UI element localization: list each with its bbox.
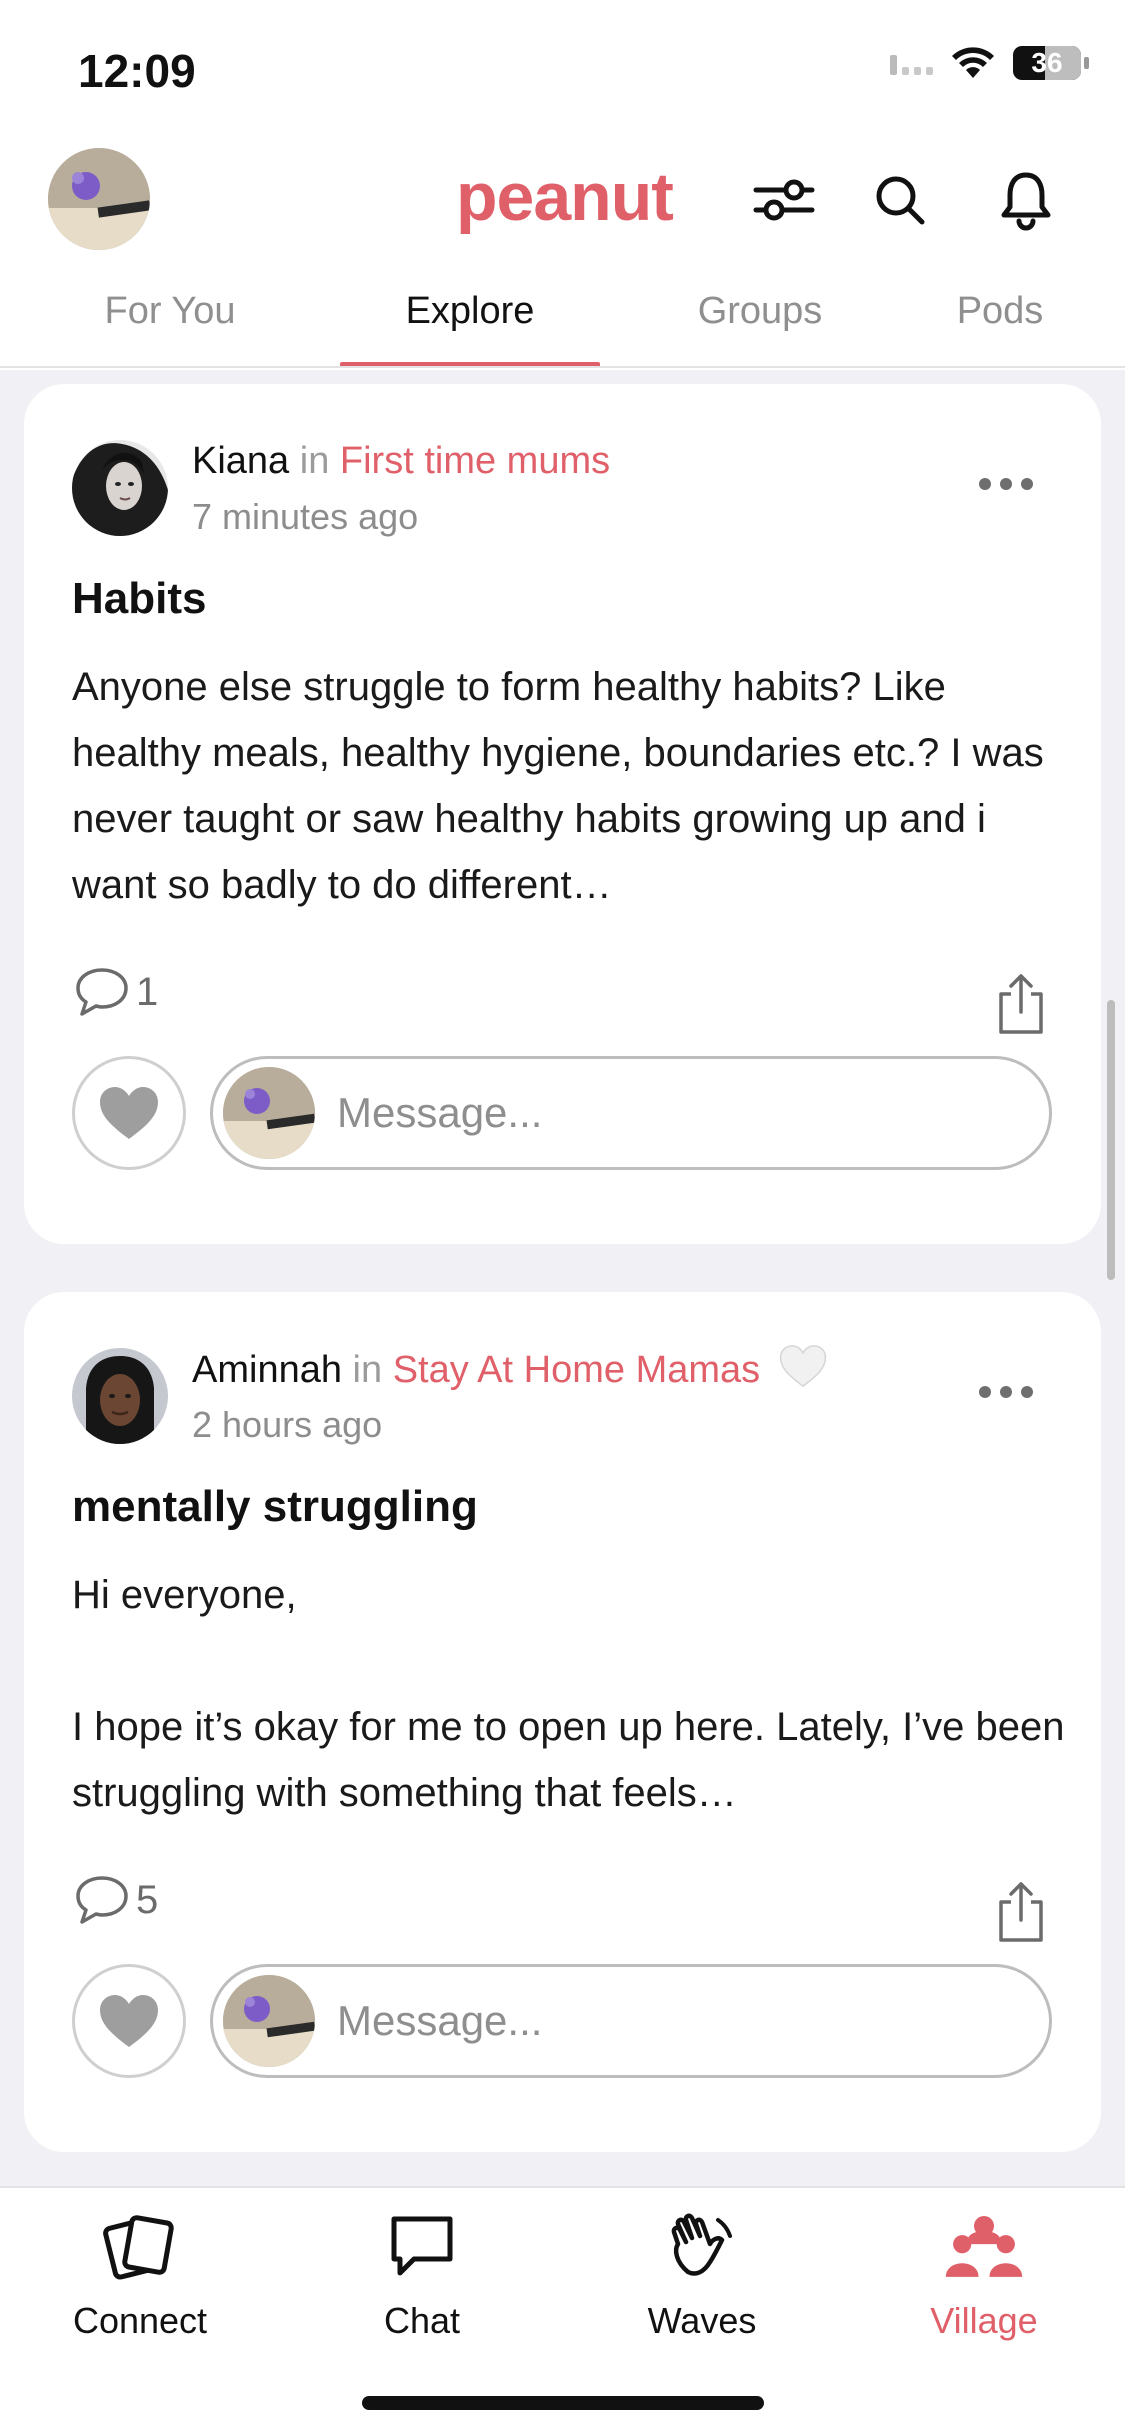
more-options-icon[interactable] <box>979 478 1033 490</box>
nav-waves[interactable]: Waves <box>602 2206 802 2342</box>
comment-button[interactable]: 5 <box>74 1874 158 1926</box>
waving-hand-icon <box>662 2206 742 2286</box>
share-icon[interactable] <box>993 972 1049 1036</box>
like-button[interactable] <box>72 1964 186 2078</box>
author-avatar[interactable] <box>72 1348 168 1444</box>
post-body[interactable]: Anyone else struggle to form healthy hab… <box>72 654 1072 918</box>
heart-icon <box>100 1995 158 2047</box>
like-button[interactable] <box>72 1056 186 1170</box>
in-label: in <box>352 1349 383 1391</box>
my-avatar <box>223 1067 315 1159</box>
post-body[interactable]: Hi everyone, I hope it’s okay for me to … <box>72 1562 1072 1826</box>
nav-chat[interactable]: Chat <box>322 2206 522 2342</box>
people-group-icon <box>944 2206 1024 2286</box>
comment-icon <box>76 1876 128 1924</box>
message-input[interactable]: Message... <box>210 1056 1052 1170</box>
in-label: in <box>299 440 330 482</box>
post-card[interactable]: Kiana in First time mums 7 minutes ago H… <box>24 384 1101 1244</box>
share-icon[interactable] <box>993 1880 1049 1944</box>
comment-icon <box>76 968 128 1016</box>
comment-count: 5 <box>136 1877 159 1922</box>
battery-level: 36 <box>1031 47 1063 78</box>
post-title[interactable]: mentally struggling <box>72 1482 478 1532</box>
post-time: 2 hours ago <box>192 1404 383 1445</box>
message-input[interactable]: Message... <box>210 1964 1052 2078</box>
message-placeholder: Message... <box>337 1997 543 2044</box>
tab-groups[interactable]: Groups <box>660 290 860 333</box>
nav-label: Connect <box>72 2300 208 2341</box>
nav-label: Waves <box>647 2300 757 2341</box>
header-divider <box>0 366 1125 368</box>
cellular-signal-icon <box>890 51 933 75</box>
nav-label: Chat <box>383 2300 461 2341</box>
post-time: 7 minutes ago <box>192 496 419 537</box>
author-name[interactable]: Kiana <box>192 440 289 482</box>
app-header: peanut For You Explore Groups Pods <box>0 140 1125 370</box>
status-bar: 12:09 36 <box>0 0 1125 140</box>
nav-village[interactable]: Village <box>884 2206 1084 2342</box>
tab-pods[interactable]: Pods <box>930 290 1070 333</box>
feed[interactable]: Kiana in First time mums 7 minutes ago H… <box>0 372 1125 2187</box>
nav-label: Village <box>930 2300 1038 2341</box>
cards-icon <box>100 2206 180 2286</box>
search-icon[interactable] <box>864 164 936 236</box>
nav-connect[interactable]: Connect <box>40 2206 240 2342</box>
white-heart-icon <box>779 1345 826 1388</box>
message-placeholder: Message... <box>337 1089 543 1136</box>
more-options-icon[interactable] <box>979 1386 1033 1398</box>
wifi-icon <box>952 47 994 78</box>
home-indicator[interactable] <box>362 2396 764 2410</box>
status-time: 12:09 <box>78 45 196 97</box>
group-link[interactable]: First time mums <box>340 440 610 482</box>
post-title[interactable]: Habits <box>72 574 206 624</box>
bell-icon[interactable] <box>990 164 1062 236</box>
tab-explore[interactable]: Explore <box>370 290 570 333</box>
group-link[interactable]: Stay At Home Mamas <box>393 1349 760 1391</box>
chat-bubble-icon <box>382 2206 462 2286</box>
heart-icon <box>100 1087 158 1139</box>
screen: 12:09 36 peanut For You Explore Groups P… <box>0 0 1125 2436</box>
post-meta: Aminnah in Stay At Home Mamas <box>192 1344 827 1395</box>
post-card[interactable]: Aminnah in Stay At Home Mamas 2 hours ag… <box>24 1292 1101 2152</box>
battery-icon: 36 <box>1013 46 1089 80</box>
status-icons: 36 <box>890 46 1089 80</box>
comment-button[interactable]: 1 <box>74 966 158 1018</box>
author-avatar[interactable] <box>72 440 168 536</box>
brand-logo: peanut <box>456 159 674 235</box>
scrollbar[interactable] <box>1107 1000 1115 1280</box>
author-name[interactable]: Aminnah <box>192 1349 342 1391</box>
my-avatar <box>223 1975 315 2067</box>
tab-for-you[interactable]: For You <box>80 290 260 333</box>
profile-avatar[interactable] <box>48 148 150 250</box>
post-meta: Kiana in First time mums <box>192 436 610 486</box>
filter-sliders-icon[interactable] <box>748 164 820 236</box>
comment-count: 1 <box>136 969 159 1014</box>
